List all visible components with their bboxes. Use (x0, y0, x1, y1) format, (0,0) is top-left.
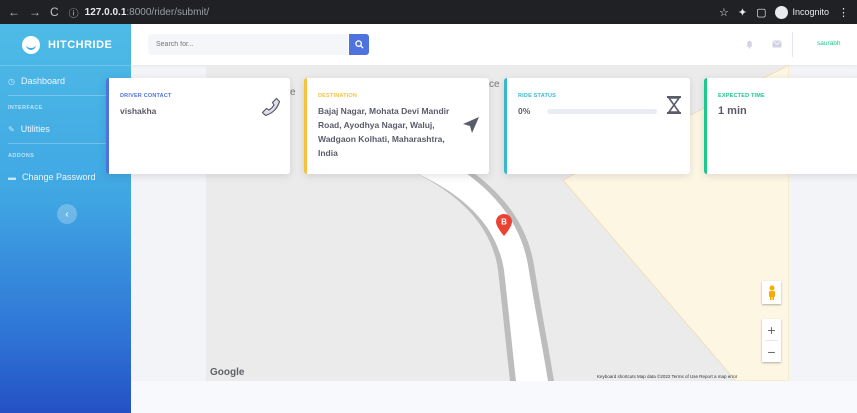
card-label: DESTINATION (318, 93, 358, 99)
smile-logo-icon (22, 35, 40, 54)
google-logo[interactable]: Google (210, 367, 244, 378)
card-value: Bajaj Nagar, Mohata Devi Mandir Road, Ay… (318, 106, 450, 158)
brand-name: HITCHRIDE (48, 38, 113, 51)
search-input[interactable] (148, 34, 348, 55)
sidebar-toggle-button[interactable]: ‹ (57, 204, 77, 224)
chevron-left-icon: ‹ (65, 208, 69, 220)
url-host: 127.0.0.1 (84, 6, 127, 18)
incognito-label: Incognito (792, 7, 829, 17)
footer-area (131, 381, 857, 413)
pegman-icon (768, 285, 775, 300)
card-destination: DESTINATION Bajaj Nagar, Mohata Devi Man… (304, 78, 489, 174)
card-value: vishakha (120, 106, 157, 116)
messages-button[interactable] (771, 38, 783, 50)
star-icon[interactable]: ☆ (719, 6, 729, 19)
incognito-badge[interactable]: Incognito (775, 5, 829, 19)
topbar: saurabh (131, 24, 857, 65)
topbar-divider (792, 32, 793, 57)
tab-icon[interactable]: ▢ (756, 6, 766, 19)
menu-icon[interactable]: ⋮ (838, 6, 849, 19)
sidebar-item-label: Change Password (22, 172, 96, 182)
alerts-button[interactable] (743, 38, 755, 50)
url-path: :8000/rider/submit/ (126, 6, 210, 18)
card-driver-contact: DRIVER CONTACT vishakha (106, 78, 290, 174)
user-name[interactable]: saurabh (817, 40, 841, 47)
zoom-in-button[interactable]: + (762, 319, 781, 340)
map-partial-text: e (290, 87, 296, 98)
extensions-icon[interactable]: ✦ (738, 6, 747, 19)
map-marker-icon[interactable]: B (496, 214, 512, 236)
phone-icon (261, 97, 281, 117)
dashboard-icon: ◷ (8, 76, 15, 86)
info-icon[interactable]: ⓘ (69, 5, 79, 20)
sidebar-item-label: Utilities (20, 124, 50, 134)
street-view-button[interactable] (762, 281, 781, 304)
map-marker-label: B (501, 218, 507, 227)
hourglass-icon (667, 96, 681, 114)
search-button[interactable] (349, 34, 369, 55)
card-label: RIDE STATUS (518, 93, 557, 99)
search-icon (354, 40, 364, 49)
card-label: DRIVER CONTACT (120, 93, 172, 99)
location-arrow-icon (463, 117, 479, 133)
map-partial-text: ce (489, 79, 500, 90)
address-bar[interactable]: ⓘ 127.0.0.1:8000/rider/submit/ (69, 5, 210, 20)
browser-toolbar: ← → C ⓘ 127.0.0.1:8000/rider/submit/ ☆ ✦… (0, 0, 857, 24)
sidebar-item-label: Dashboard (20, 76, 66, 86)
map-attribution[interactable]: Keyboard shortcuts Map data ©2022 Terms … (597, 374, 737, 379)
card-value: 1 min (718, 105, 747, 117)
ride-progress-bar (547, 109, 657, 114)
bell-icon (745, 40, 753, 49)
incognito-icon (775, 5, 789, 19)
forward-icon[interactable]: → (29, 5, 41, 19)
zoom-control: + − (762, 319, 781, 362)
wrench-icon: ✎ (8, 124, 15, 134)
brand[interactable]: HITCHRIDE (0, 24, 131, 66)
card-ride-status: RIDE STATUS 0% (504, 78, 690, 174)
map[interactable]: B + − Google Keyboard shortcuts Map data… (206, 65, 789, 381)
card-expected-time: EXPECTED TIME 1 min (704, 78, 857, 174)
envelope-icon (772, 40, 782, 48)
card-label: EXPECTED TIME (718, 93, 765, 99)
folder-icon: ▬ (8, 172, 16, 182)
zoom-out-button[interactable]: − (762, 341, 781, 362)
back-icon[interactable]: ← (8, 5, 20, 19)
reload-icon[interactable]: C (50, 5, 59, 19)
